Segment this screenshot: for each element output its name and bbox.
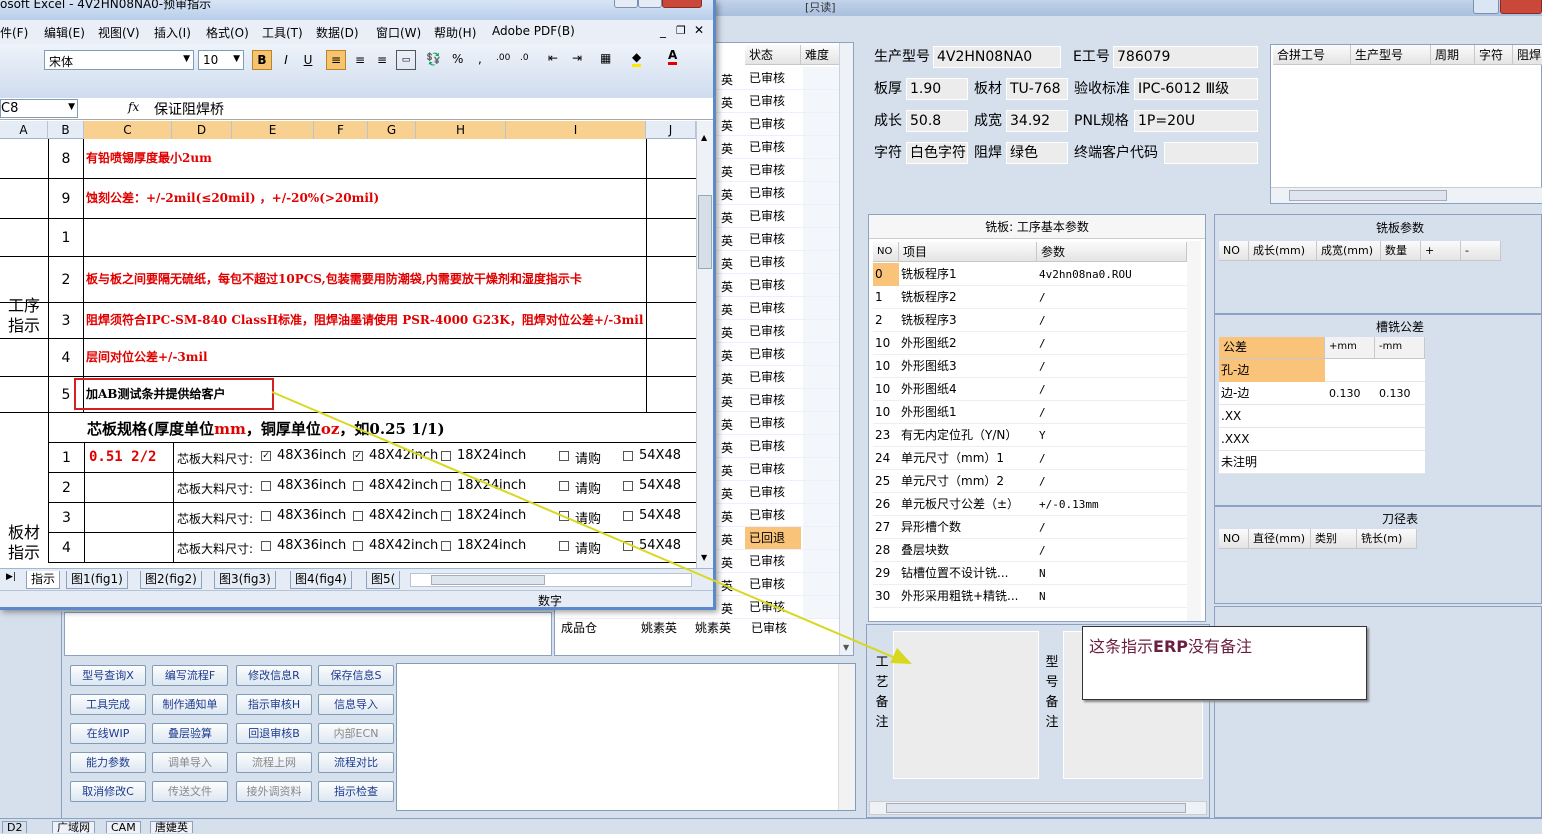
callout-text: 这条指示ERP没有备注 <box>1089 637 1253 656</box>
arrow-line <box>271 391 901 661</box>
callout-box: 这条指示ERP没有备注 <box>1082 626 1367 700</box>
arrow-head <box>890 648 912 664</box>
annotation-arrow <box>271 391 912 664</box>
